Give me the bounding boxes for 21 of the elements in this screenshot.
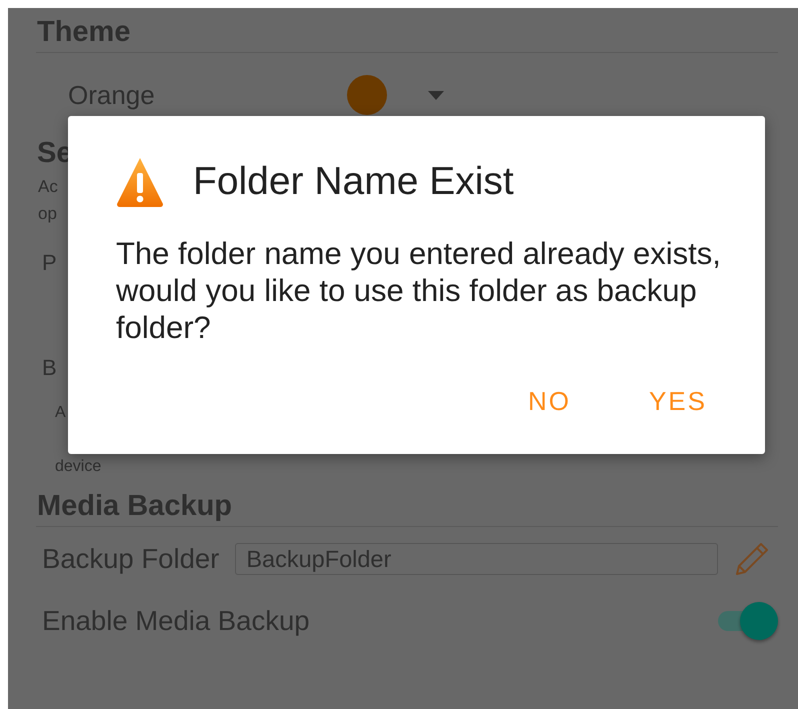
theme-dropdown-value[interactable]: Orange (68, 80, 347, 110)
warning-icon (116, 156, 164, 208)
backup-folder-label: Backup Folder (42, 543, 220, 575)
setting-label: P (41, 249, 57, 277)
toggle-switch[interactable] (716, 601, 778, 641)
backup-folder-field[interactable]: BackupFolder (235, 543, 718, 575)
dialog-title: Folder Name Exist (193, 160, 514, 204)
section-heading: Theme (36, 12, 778, 53)
setting-label: B (41, 354, 57, 382)
section-description: op (37, 203, 57, 225)
color-swatch (347, 75, 387, 115)
yes-button[interactable]: YES (632, 378, 723, 422)
enable-media-backup-label: Enable Media Backup (42, 605, 310, 637)
dialog-message: The folder name you entered already exists, would you like to use this folder as backup folder? (116, 235, 722, 346)
pencil-icon[interactable] (734, 541, 770, 577)
section-heading: Media Backup (36, 486, 778, 527)
setting-description: A (54, 403, 66, 423)
dropdown-caret-icon[interactable] (428, 90, 444, 100)
no-button[interactable]: NO (512, 378, 587, 422)
section-description: Ac (37, 176, 58, 198)
setting-description: device (54, 457, 102, 477)
